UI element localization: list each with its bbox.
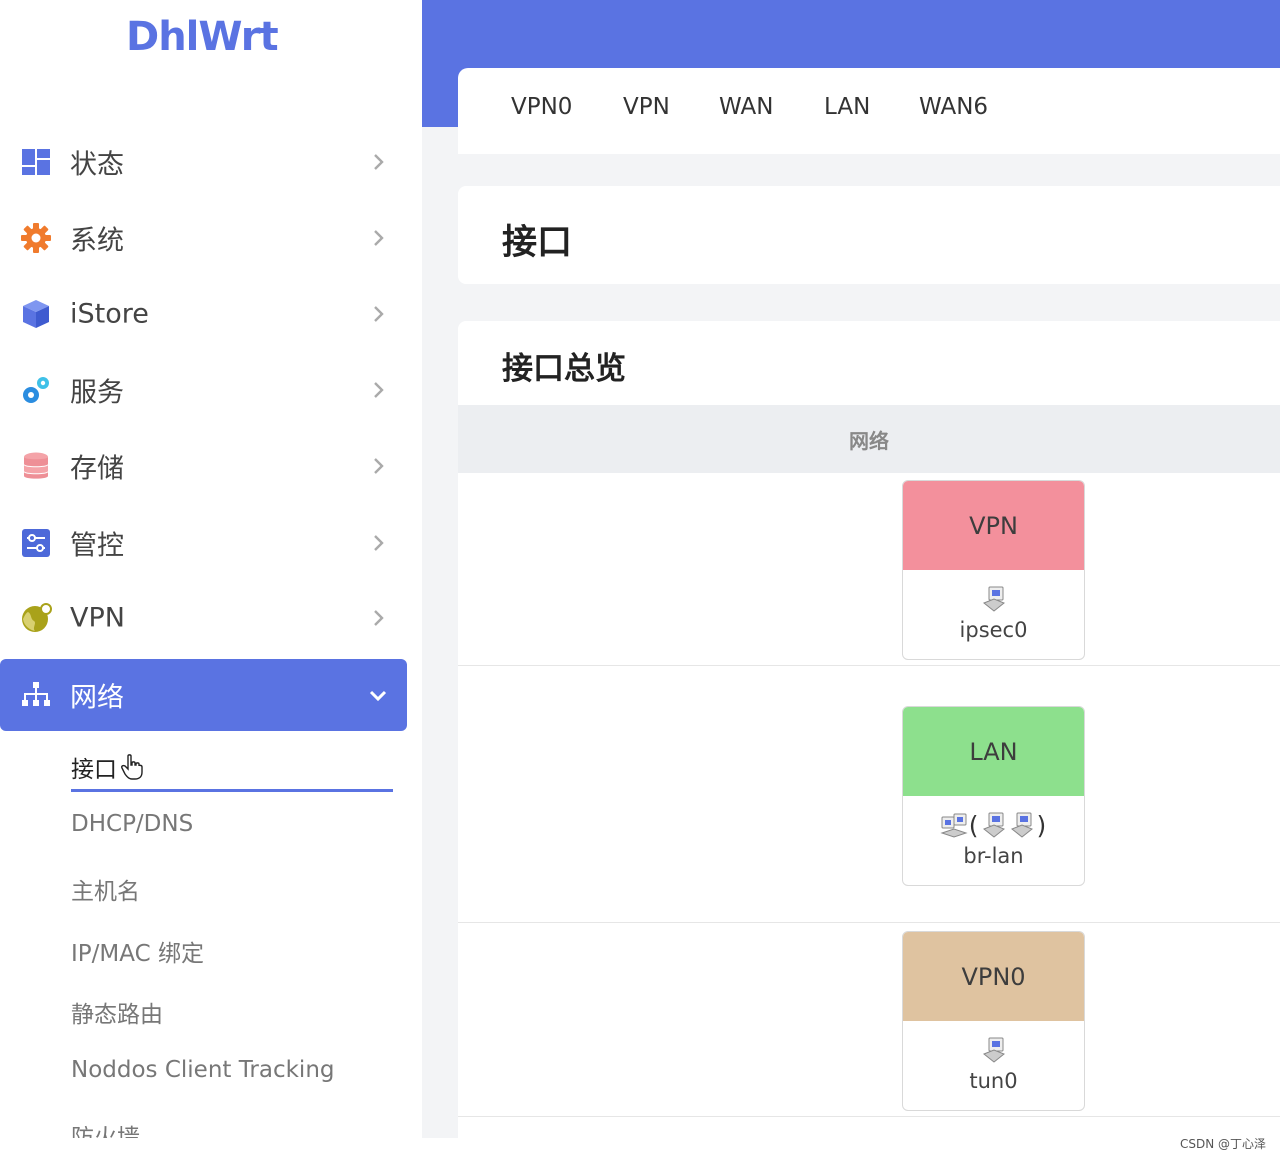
bridge-icon: [940, 813, 968, 838]
database-icon: [24, 452, 48, 479]
chevron-right-icon: [374, 382, 384, 398]
app-window: DhlWrt 状态 系统 iStore 服务 存储 管控 VPN 网络 接口 D…: [0, 0, 1280, 1138]
submenu-item-static-routes[interactable]: 静态路由: [71, 995, 163, 1029]
chevron-right-icon: [374, 154, 384, 170]
cogs-icon: [23, 377, 49, 403]
interface-name: LAN: [903, 707, 1084, 796]
chevron-right-icon: [374, 306, 384, 322]
sidebar-item-network[interactable]: 网络: [0, 659, 407, 731]
sidebar-item-status[interactable]: 状态: [0, 126, 407, 198]
sidebar-item-label: 网络: [70, 682, 124, 714]
submenu-item-dhcp-dns[interactable]: DHCP/DNS: [71, 811, 193, 837]
tab-lan[interactable]: LAN: [824, 94, 870, 120]
logo[interactable]: DhlWrt: [126, 14, 279, 60]
ethernet-port-icon: [1010, 812, 1033, 838]
interface-device: br-lan: [963, 844, 1024, 868]
submenu-item-hostnames[interactable]: 主机名: [71, 872, 140, 906]
sidebar-item-label: 系统: [70, 225, 124, 257]
ethernet-port-icon: [982, 1037, 1005, 1063]
gear-icon: [21, 223, 51, 253]
cube-icon: [23, 300, 49, 328]
sidebar: DhlWrt 状态 系统 iStore 服务 存储 管控 VPN 网络 接口 D…: [0, 0, 422, 1138]
submenu-item-noddos[interactable]: Noddos Client Tracking: [71, 1057, 335, 1083]
active-submenu-underline: [71, 789, 393, 792]
sidebar-item-control[interactable]: 管控: [0, 507, 407, 579]
sidebar-item-services[interactable]: 服务: [0, 354, 407, 426]
interface-tabs: VPN0 VPN WAN LAN WAN6: [458, 68, 1280, 154]
interface-badge-vpn[interactable]: VPN ipsec0: [902, 480, 1085, 660]
interface-device-icons: [903, 582, 1084, 616]
submenu-item-firewall[interactable]: 防火墙: [71, 1118, 140, 1138]
page-title-card: 接口: [458, 186, 1280, 284]
network-icon: [22, 682, 50, 706]
tab-vpn0[interactable]: VPN0: [511, 94, 572, 120]
table-header: 网络: [458, 405, 1280, 473]
chevron-down-icon: [369, 690, 387, 702]
main-content: VPN0 VPN WAN LAN WAN6 接口 接口总览 网络 VPN ips…: [422, 0, 1280, 1138]
ethernet-port-icon: [982, 586, 1005, 612]
sidebar-item-label: 存储: [70, 453, 124, 485]
sidebar-item-label: VPN: [70, 602, 125, 634]
hand-cursor-icon: [121, 754, 143, 780]
chevron-right-icon: [374, 230, 384, 246]
interface-badge-lan[interactable]: LAN () br-lan: [902, 706, 1085, 886]
interface-name: VPN: [903, 481, 1084, 570]
tab-wan6[interactable]: WAN6: [919, 94, 988, 120]
sliders-icon: [22, 529, 50, 557]
sidebar-item-istore[interactable]: iStore: [0, 278, 407, 350]
row-divider: [458, 1116, 1280, 1117]
submenu-item-ip-mac-binding[interactable]: IP/MAC 绑定: [71, 934, 204, 968]
ethernet-port-icon: [982, 812, 1005, 838]
tab-wan[interactable]: WAN: [719, 94, 773, 120]
row-divider: [458, 922, 1280, 923]
sidebar-item-label: iStore: [70, 298, 149, 330]
sidebar-item-storage[interactable]: 存储: [0, 430, 407, 502]
paren-open: (: [968, 810, 979, 840]
submenu-item-interfaces[interactable]: 接口: [71, 750, 117, 784]
section-title: 接口总览: [502, 351, 626, 387]
watermark: CSDN @丁心泽: [1179, 1137, 1266, 1151]
interface-badge-vpn0[interactable]: VPN0 tun0: [902, 931, 1085, 1111]
paren-close: ): [1036, 810, 1047, 840]
chevron-right-icon: [374, 458, 384, 474]
interface-device: tun0: [969, 1069, 1018, 1093]
interface-device-icons: ( ): [903, 808, 1084, 842]
interface-name: VPN0: [903, 932, 1084, 1021]
sidebar-item-label: 状态: [70, 149, 124, 181]
page-title: 接口: [502, 223, 573, 263]
sidebar-item-label: 服务: [70, 377, 124, 409]
sidebar-item-label: 管控: [70, 530, 124, 562]
globe-icon: [22, 603, 52, 632]
sidebar-item-system[interactable]: 系统: [0, 202, 407, 274]
row-divider: [458, 665, 1280, 666]
sidebar-item-vpn[interactable]: VPN: [0, 582, 407, 654]
chevron-right-icon: [374, 535, 384, 551]
tab-vpn[interactable]: VPN: [623, 94, 670, 120]
interface-device: ipsec0: [959, 618, 1028, 642]
chevron-right-icon: [374, 610, 384, 626]
interface-overview-card: 接口总览 网络 VPN ipsec0 LAN () br-lan VPN0 t…: [458, 321, 1280, 1138]
dashboard-icon: [22, 149, 50, 175]
interface-device-icons: [903, 1033, 1084, 1067]
column-header-network: 网络: [849, 429, 889, 453]
